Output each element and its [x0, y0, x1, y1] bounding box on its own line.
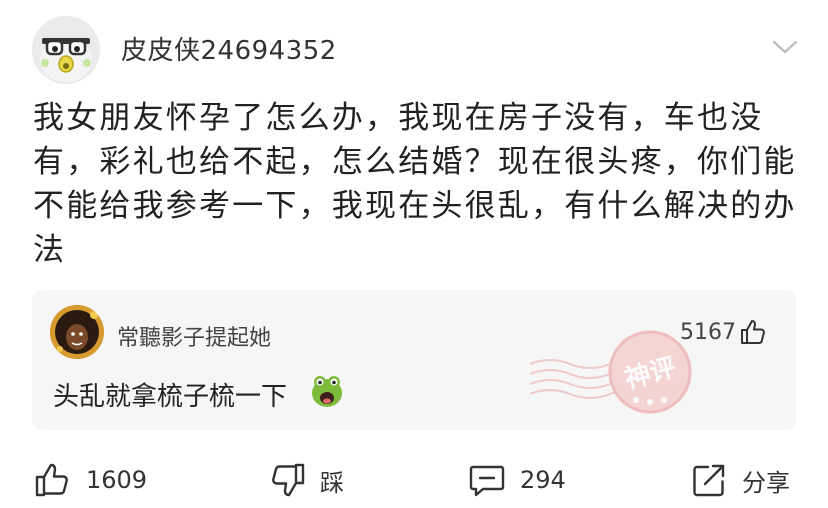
- like-count: 1609: [86, 466, 148, 494]
- avatar-icon: [50, 305, 104, 359]
- comment-author-name[interactable]: 常聽影子提起她: [117, 320, 271, 352]
- dislike-label: 踩: [320, 468, 344, 497]
- like-button[interactable]: 1609: [34, 452, 147, 508]
- author-name[interactable]: 皮皮侠24694352: [121, 30, 337, 67]
- chevron-down-icon[interactable]: [770, 37, 800, 57]
- share-icon: [693, 464, 725, 497]
- comment-button[interactable]: 294: [468, 452, 566, 508]
- thumb-down-icon: [272, 463, 305, 497]
- post-text: 我女朋友怀孕了怎么办，我现在房子没有，车也没有，彩礼也给不起，怎么结婚？现在很头…: [33, 100, 797, 268]
- avatar-face-icon: [32, 16, 100, 84]
- action-bar: 1609 踩 294 分享: [0, 452, 828, 508]
- comment-like-count: 5167: [680, 320, 736, 345]
- thumb-up-icon: [35, 463, 68, 497]
- god-comment-card[interactable]: 神评 常聽影子提起她 5167 头乱就拿梳子梳一下: [32, 290, 796, 430]
- comment-count: 294: [520, 466, 566, 494]
- post-header: 皮皮侠24694352: [0, 0, 828, 100]
- comment-text: 头乱就拿梳子梳一下: [53, 382, 288, 412]
- comment-author-avatar[interactable]: [50, 305, 104, 359]
- dislike-button[interactable]: 踩: [268, 452, 344, 508]
- share-button[interactable]: 分享: [690, 452, 790, 508]
- comment-icon: [469, 465, 505, 497]
- frog-emoji-icon: [312, 376, 342, 407]
- thumb-up-icon[interactable]: [738, 317, 768, 347]
- author-avatar[interactable]: [32, 16, 100, 84]
- share-label: 分享: [742, 468, 790, 497]
